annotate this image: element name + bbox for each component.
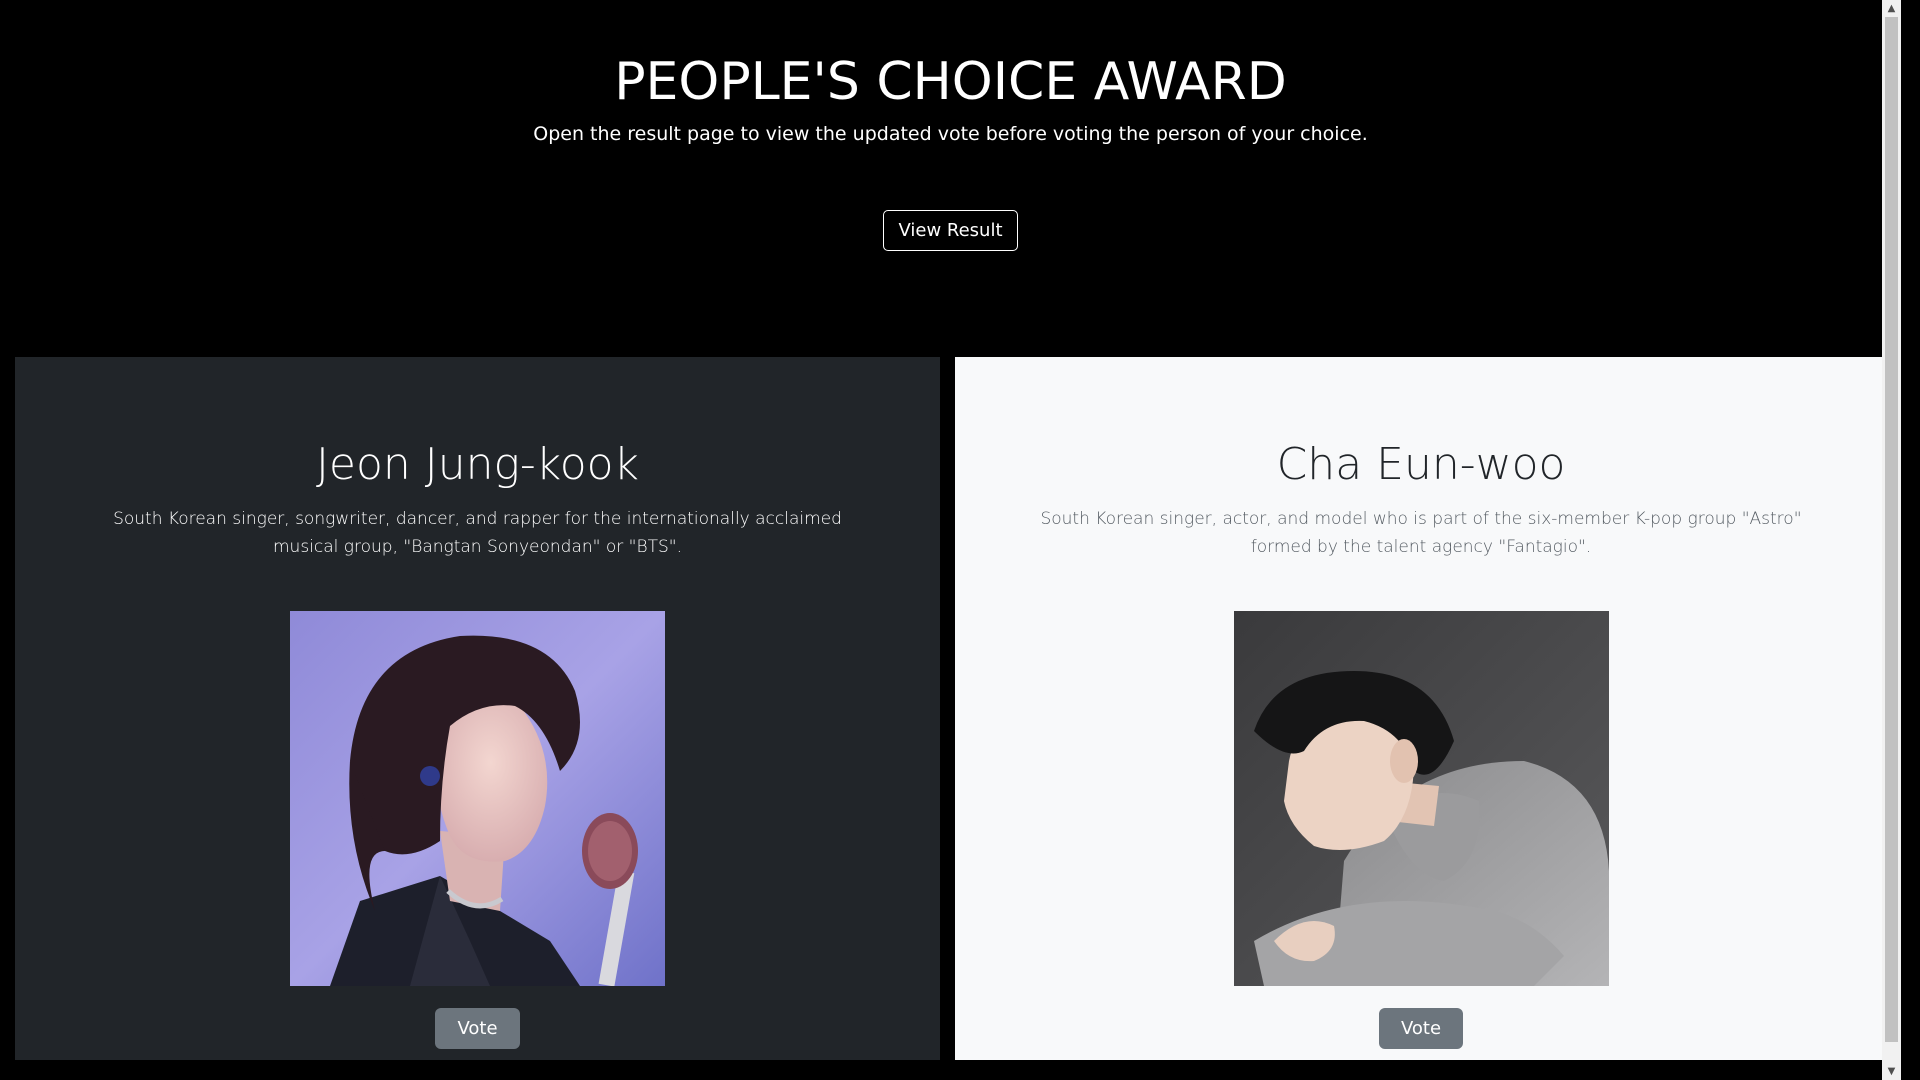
page: PEOPLE'S CHOICE AWARD Open the result pa… [0,0,1901,1080]
scrollbar-thumb[interactable] [1885,17,1898,1042]
header: PEOPLE'S CHOICE AWARD Open the result pa… [0,0,1901,251]
candidate-card-jungkook: Jeon Jung-kook South Korean singer, song… [15,357,940,1060]
chevron-down-icon[interactable]: ▼ [1882,1063,1901,1080]
candidate-cards: Jeon Jung-kook South Korean singer, song… [15,357,1887,1060]
candidate-name: Cha Eun-woo [1276,439,1566,490]
candidate-card-eunwoo: Cha Eun-woo South Korean singer, actor, … [955,357,1887,1060]
candidate-bio: South Korean singer, songwriter, dancer,… [113,509,842,557]
vertical-scrollbar[interactable]: ▲ ▼ [1882,0,1901,1080]
candidate-photo [1233,611,1609,986]
vote-button-eunwoo[interactable]: Vote [1378,1008,1464,1049]
chevron-up-icon[interactable]: ▲ [1882,0,1901,17]
candidate-name: Jeon Jung-kook [315,439,640,490]
page-subtitle: Open the result page to view the updated… [533,123,1368,145]
vote-button-jungkook[interactable]: Vote [435,1008,520,1049]
page-title: PEOPLE'S CHOICE AWARD [614,52,1287,112]
view-result-button[interactable]: View Result [883,210,1018,251]
candidate-bio: South Korean singer, actor, and model wh… [1040,509,1802,557]
candidate-photo [290,611,665,986]
